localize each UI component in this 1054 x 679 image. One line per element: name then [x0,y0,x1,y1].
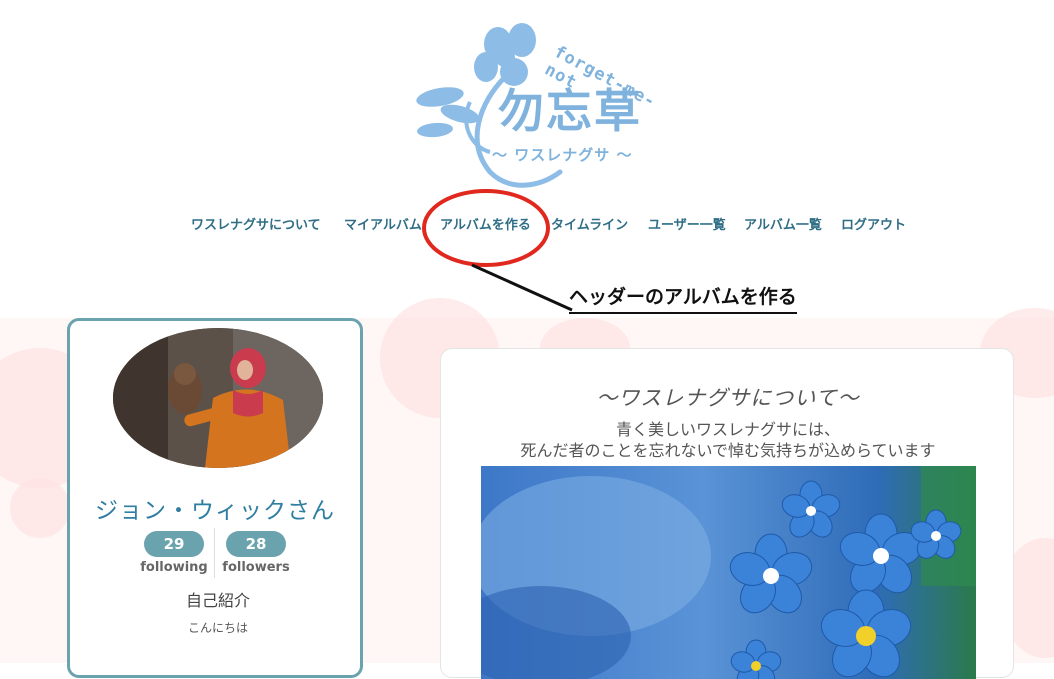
annotation-pointer-line [471,263,573,312]
profile-card: ジョン・ウィックさん 29 following 28 followers 自己紹… [67,318,363,678]
nav-user-list[interactable]: ユーザー一覧 [648,216,726,236]
followers-count[interactable]: 28 [226,531,286,557]
nav-about-forget-me-not[interactable]: ワスレナグサについて [191,216,321,236]
forget-me-not-photo-image [481,466,976,679]
profile-name: ジョン・ウィックさん [95,498,335,524]
about-description-line-2: 死んだ者のことを忘れないで悼む気持ちが込めらています [520,441,936,460]
about-card: 〜ワスレナグサについて〜 青く美しいワスレナグサには、 死んだ者のことを忘れない… [440,348,1014,679]
self-introduction-text: こんにちは [187,621,248,635]
nav-timeline[interactable]: タイムライン [551,216,628,236]
avatar-photo [113,328,323,468]
annotation-label: ヘッダーのアルバムを作る [569,282,797,314]
followers-label: followers [222,560,290,575]
nav-album-list[interactable]: アルバム一覧 [744,216,822,236]
site-logo[interactable]: 勿忘草 〜 ワスレナグサ 〜 forget-me-not [410,22,680,197]
following-stat[interactable]: 29 following [134,531,214,575]
about-title: 〜ワスレナグサについて〜 [596,386,860,410]
nav-my-album[interactable]: マイアルバム [344,216,422,236]
avatar [113,328,323,468]
following-count[interactable]: 29 [144,531,204,557]
header-nav: ワスレナグサについて マイアルバム アルバムを作る タイムライン ユーザー一覧 … [0,216,1054,238]
self-introduction-heading: 自己紹介 [185,591,250,610]
forget-me-not-photo [481,466,976,679]
logo-subtitle: 〜 ワスレナグサ 〜 [492,146,633,164]
stat-divider [214,528,215,578]
followers-stat[interactable]: 28 followers [216,531,296,575]
following-label: following [140,560,208,575]
nav-logout[interactable]: ログアウト [841,216,906,236]
background-blob [10,478,70,538]
nav-create-album[interactable]: アルバムを作る [440,216,531,236]
